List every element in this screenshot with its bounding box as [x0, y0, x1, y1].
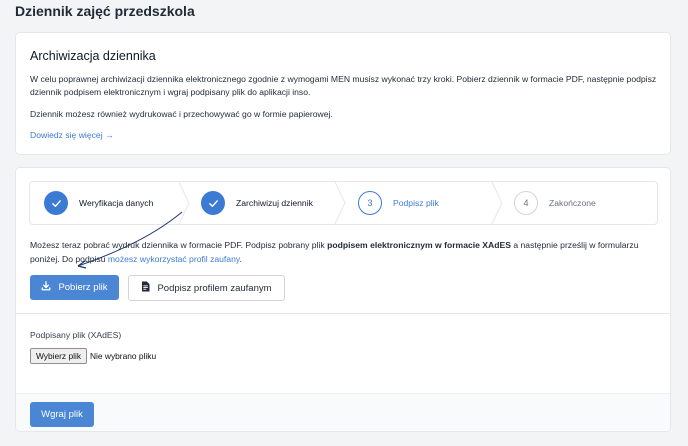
sign-trusted-profile-label: Podpisz profilem zaufanym [157, 282, 272, 294]
step-verify-data: Weryfikacja danych [44, 182, 153, 224]
step-separator [491, 182, 503, 224]
step-completed: 4 Zakończone [514, 182, 596, 224]
archive-heading: Archiwizacja dziennika [30, 49, 156, 63]
step-number: 3 [358, 191, 382, 215]
section-divider [16, 313, 670, 314]
upload-file-button[interactable]: Wgraj plik [30, 402, 94, 427]
step-separator [178, 182, 190, 224]
download-file-label: Pobierz plik [58, 282, 108, 293]
instructions-part: Możesz teraz pobrać wydruk dziennika w f… [30, 240, 328, 250]
step-label: Zarchiwizuj dziennik [236, 198, 313, 208]
sign-trusted-profile-button[interactable]: Podpisz profilem zaufanym [128, 275, 285, 301]
step-archive-journal: Zarchiwizuj dziennik [201, 182, 313, 224]
step-label: Weryfikacja danych [79, 198, 154, 208]
archive-print-note: Dziennik możesz również wydrukować i prz… [30, 109, 333, 119]
archive-steps-card: Weryfikacja danych Zarchiwizuj dziennik … [15, 167, 671, 432]
archive-description: W celu poprawnej archiwizacji dziennika … [30, 74, 657, 97]
step-label: Zakończone [549, 198, 596, 208]
instructions-part: . [239, 254, 242, 264]
instructions-bold: podpisem elektronicznym w formacie XAdES [327, 240, 511, 250]
page-title: Dziennik zajęć przedszkola [15, 3, 195, 19]
step-sign-file: 3 Podpisz plik [358, 182, 439, 224]
download-file-button[interactable]: Pobierz plik [30, 275, 119, 300]
signed-file-label: Podpisany plik (XAdES) [30, 330, 122, 340]
step-label: Podpisz plik [393, 198, 439, 208]
document-signature-icon [141, 281, 150, 295]
choose-file-button[interactable]: Wybierz plik [30, 348, 87, 364]
learn-more-link[interactable]: Dowiedz się więcej → [30, 130, 114, 140]
step-separator [334, 182, 346, 224]
download-icon [41, 281, 51, 294]
archive-card: Archiwizacja dziennika W celu poprawnej … [15, 32, 671, 155]
form-footer: Wgraj plik [16, 393, 670, 431]
trusted-profile-link[interactable]: możesz wykorzystać profil zaufany [108, 254, 240, 264]
check-icon [201, 191, 225, 215]
check-icon [44, 191, 68, 215]
progress-stepper: Weryfikacja danych Zarchiwizuj dziennik … [29, 181, 658, 225]
file-status: Nie wybrano pliku [90, 351, 157, 361]
instructions-text: Możesz teraz pobrać wydruk dziennika w f… [30, 238, 660, 266]
step-number: 4 [514, 191, 538, 215]
